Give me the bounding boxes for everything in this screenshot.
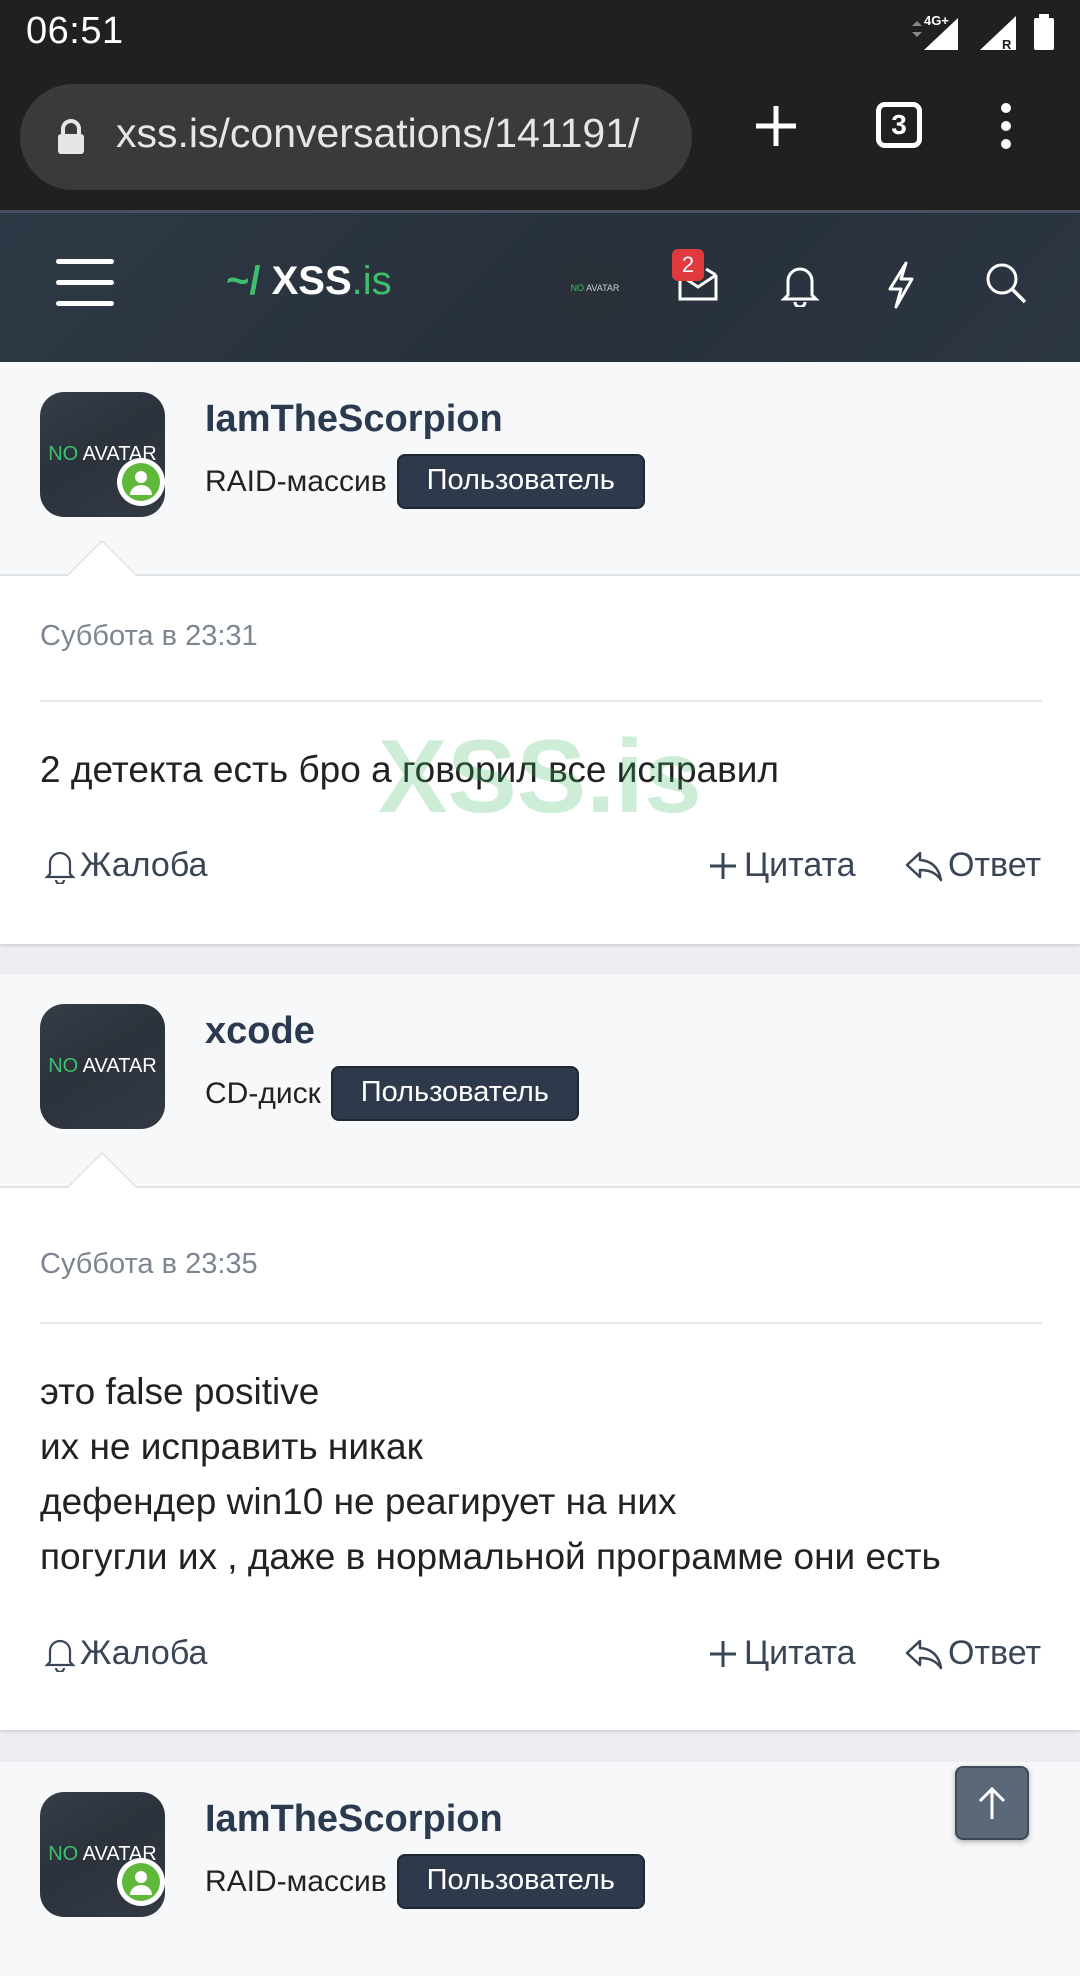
plus-icon	[710, 852, 736, 879]
message-post: NO AVATAR IamTheScorpion RAID-массив Пол…	[0, 362, 1080, 944]
user-role-badge: Пользователь	[396, 1854, 645, 1909]
message-user-block: NO AVATAR IamTheScorpion RAID-массив Пол…	[0, 1762, 1080, 1976]
username-link[interactable]: xcode	[205, 1010, 315, 1053]
username-link[interactable]: IamTheScorpion	[205, 1798, 503, 1841]
message-divider	[40, 700, 1042, 702]
account-avatar[interactable]: NO AVATAR	[566, 259, 624, 317]
message-pointer	[66, 540, 138, 576]
message-body: это false positive их не исправить никак…	[40, 1364, 941, 1584]
user-role-badge: Пользователь	[330, 1066, 579, 1121]
message-pointer	[66, 1152, 138, 1188]
user-title: CD-диск Пользователь	[205, 1066, 579, 1121]
whats-new-button[interactable]	[884, 261, 918, 314]
signal-roaming-icon: R	[980, 16, 1016, 52]
lock-icon	[58, 119, 84, 154]
reply-button[interactable]: Ответ	[904, 846, 1041, 885]
reply-icon	[905, 1639, 943, 1669]
mobile-signal-icon: 4G+	[912, 13, 958, 50]
alerts-button[interactable]	[780, 261, 820, 312]
quote-button[interactable]: Цитата	[706, 1634, 856, 1673]
online-status-badge	[117, 458, 165, 506]
username-link[interactable]: IamTheScorpion	[205, 398, 503, 441]
status-bar: 06:51 4G+ R	[0, 0, 1080, 62]
message-line: это false positive	[40, 1371, 320, 1412]
scroll-to-top-button[interactable]	[955, 1766, 1029, 1840]
message-line: дефендер win10 не реагирует на них	[40, 1481, 677, 1522]
browser-menu-button[interactable]	[994, 102, 1018, 155]
message-line: погугли их , даже в нормальной программе…	[40, 1536, 941, 1577]
message-actions: Жалоба Цитата Ответ	[40, 846, 1042, 896]
message-user-block: NO AVATAR xcode CD-диск Пользователь	[0, 974, 1080, 1188]
message-post: NO AVATAR IamTheScorpion RAID-массив Пол…	[0, 1762, 1080, 1976]
message-body: 2 детекта есть бро а говорил все исправи…	[40, 742, 779, 797]
message-line: их не исправить никак	[40, 1426, 423, 1467]
user-rank: CD-диск	[205, 1076, 321, 1110]
message-divider	[40, 1322, 1042, 1324]
reply-icon	[905, 851, 943, 881]
quote-button[interactable]: Цитата	[706, 846, 856, 885]
message-post: NO AVATAR xcode CD-диск Пользователь Суб…	[0, 974, 1080, 1730]
svg-text:4G+: 4G+	[924, 13, 949, 28]
report-button[interactable]: Жалоба	[44, 1634, 207, 1673]
user-title: RAID-массив Пользователь	[205, 454, 645, 509]
tab-switcher-button[interactable]: 3	[876, 102, 922, 148]
url-text: xss.is/conversations/141191/	[116, 110, 640, 156]
message-line: 2 детекта есть бро а говорил все исправи…	[40, 749, 780, 790]
user-icon	[130, 471, 152, 495]
bell-icon	[44, 851, 76, 884]
message-user-block: NO AVATAR IamTheScorpion RAID-массив Пол…	[0, 362, 1080, 576]
reply-button[interactable]: Ответ	[904, 1634, 1041, 1673]
user-role-badge: Пользователь	[396, 454, 645, 509]
search-button[interactable]	[984, 261, 1028, 310]
bell-icon	[780, 267, 820, 309]
arrow-up-icon	[978, 1786, 1006, 1819]
plus-icon	[756, 106, 796, 146]
inbox-count-badge: 2	[672, 249, 704, 281]
report-button[interactable]: Жалоба	[44, 846, 207, 885]
message-date[interactable]: Суббота в 23:35	[40, 1248, 258, 1281]
user-title: RAID-массив Пользователь	[205, 1854, 645, 1909]
site-header: ~/ XSS.is NO AVATAR 2	[0, 210, 1080, 374]
tab-count: 3	[876, 102, 922, 148]
user-avatar[interactable]: NO AVATAR	[40, 1004, 165, 1129]
more-vertical-icon	[1001, 103, 1011, 149]
menu-toggle-button[interactable]	[56, 259, 114, 307]
search-icon	[986, 263, 1027, 304]
message-actions: Жалоба Цитата Ответ	[40, 1634, 1042, 1684]
bell-icon	[44, 1639, 76, 1672]
user-icon	[130, 1871, 152, 1895]
lightning-icon	[888, 261, 914, 309]
status-time: 06:51	[26, 10, 124, 52]
plus-icon	[710, 1640, 736, 1667]
battery-icon	[1034, 14, 1054, 50]
online-status-badge	[117, 1858, 165, 1906]
browser-toolbar: xss.is/conversations/141191/ 3	[0, 62, 1080, 210]
svg-text:R: R	[1002, 37, 1012, 52]
user-rank: RAID-массив	[205, 1864, 387, 1898]
message-date[interactable]: Суббота в 23:31	[40, 620, 258, 653]
status-icons: 4G+ R	[908, 12, 1056, 52]
site-logo[interactable]: ~/ XSS.is	[226, 259, 392, 304]
user-rank: RAID-массив	[205, 464, 387, 498]
address-bar[interactable]: xss.is/conversations/141191/	[20, 84, 692, 190]
new-tab-button[interactable]	[752, 102, 800, 155]
